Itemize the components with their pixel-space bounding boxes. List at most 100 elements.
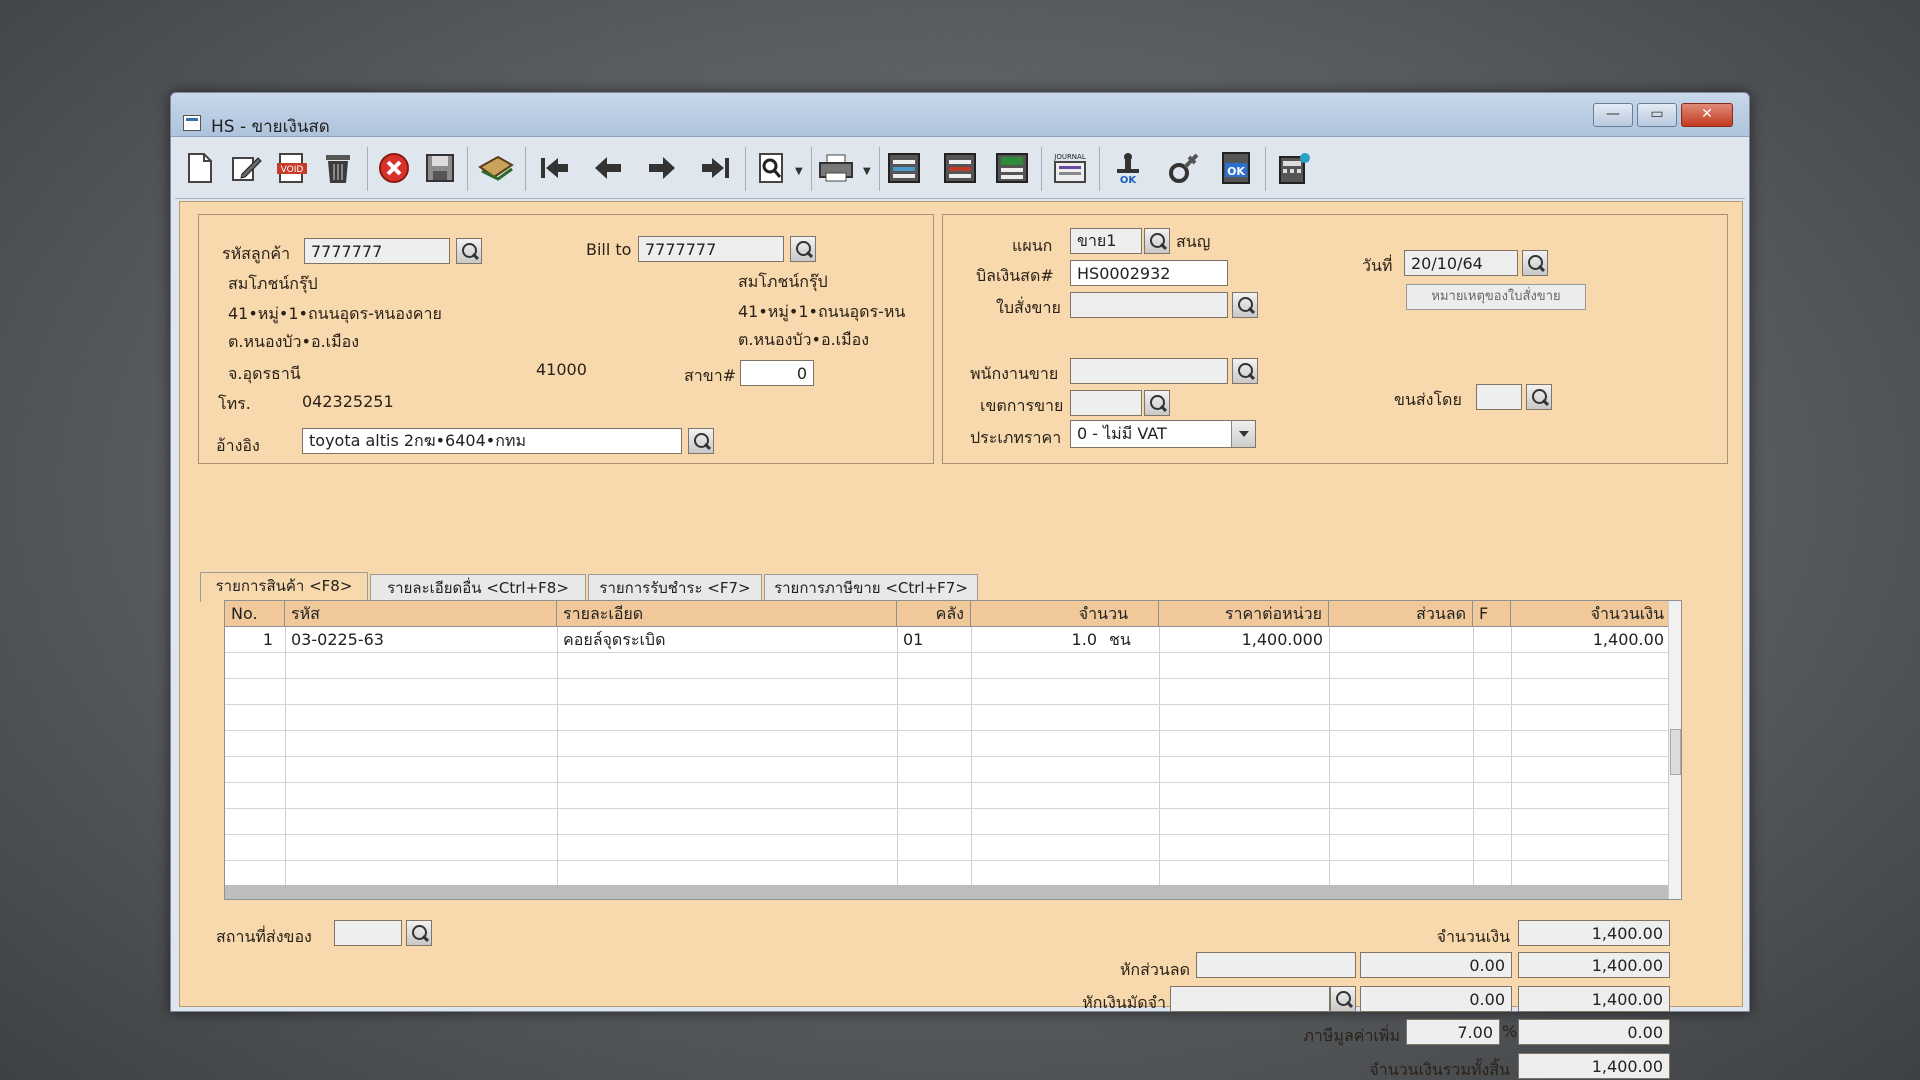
header-description[interactable]: รายละเอียด	[557, 601, 897, 627]
date-input[interactable]	[1404, 250, 1518, 276]
save-icon[interactable]	[421, 149, 459, 187]
sales-area-search-icon[interactable]	[1144, 390, 1170, 416]
delete-icon[interactable]	[319, 149, 357, 187]
maximize-button[interactable]: ▭	[1637, 103, 1677, 127]
bill-to-input[interactable]	[638, 236, 784, 262]
print-dropdown-icon[interactable]: ▼	[863, 166, 871, 177]
bill-to-address-line2: ต.หนองบัว•อ.เมือง	[738, 330, 870, 349]
form-icon[interactable]	[941, 149, 979, 187]
document-stamp-icon[interactable]	[993, 149, 1031, 187]
department-search-icon[interactable]	[1144, 228, 1170, 254]
ok-icon[interactable]: OK	[1217, 149, 1255, 187]
vertical-scrollbar[interactable]	[1668, 601, 1681, 899]
bill-to-name: สมโภชน์กรุ๊ป	[738, 272, 828, 291]
vat-label: ภาษีมูลค่าเพิ่ม	[1303, 1026, 1400, 1045]
header-code[interactable]: รหัส	[285, 601, 557, 627]
reference-search-icon[interactable]	[688, 428, 714, 454]
ship-to-search-icon[interactable]	[406, 920, 432, 946]
row-flag	[1473, 627, 1511, 653]
header-unit-price[interactable]: ราคาต่อหน่วย	[1159, 601, 1329, 627]
sales-area-input[interactable]	[1070, 390, 1142, 416]
reference-input[interactable]	[302, 428, 682, 454]
after-discount-total	[1518, 952, 1670, 978]
calculator-icon[interactable]	[1275, 149, 1313, 187]
cancel-icon[interactable]	[375, 149, 413, 187]
header-no[interactable]: No.	[225, 601, 285, 627]
table-row[interactable]	[225, 835, 1670, 861]
notes-icon[interactable]	[477, 149, 515, 187]
deposit-value[interactable]	[1360, 986, 1512, 1012]
deposit-input[interactable]	[1170, 986, 1330, 1012]
scrollbar-thumb[interactable]	[1670, 729, 1681, 775]
tab-sales-tax[interactable]: รายการภาษีขาย <Ctrl+F7>	[764, 574, 978, 602]
title-bar[interactable]: HS - ขายเงินสด — ▭ ✕	[171, 93, 1749, 137]
customer-address-line2: ต.หนองบัว•อ.เมือง	[228, 332, 360, 351]
department-input[interactable]	[1070, 228, 1142, 254]
salesman-input[interactable]	[1070, 358, 1228, 384]
row-quantity: 1.0	[1071, 630, 1097, 649]
tab-items[interactable]: รายการสินค้า <F8>	[200, 572, 368, 602]
table-row[interactable]	[225, 809, 1670, 835]
find-dropdown-icon[interactable]: ▼	[795, 166, 803, 177]
ship-by-input[interactable]	[1476, 384, 1522, 410]
price-type-select[interactable]: 0 - ไม่มี VAT	[1070, 420, 1256, 448]
cash-bill-input[interactable]	[1070, 260, 1228, 286]
table-row[interactable]	[225, 757, 1670, 783]
print-icon[interactable]	[817, 149, 855, 187]
sales-order-search-icon[interactable]	[1232, 292, 1258, 318]
edit-icon[interactable]	[227, 149, 265, 187]
bill-to-address-line1: 41•หมู่•1•ถนนอุดร-หน	[738, 302, 906, 321]
last-record-icon[interactable]	[697, 149, 735, 187]
table-row[interactable]	[225, 861, 1670, 887]
discount-input[interactable]	[1196, 952, 1356, 978]
deposit-search-icon[interactable]	[1330, 986, 1356, 1012]
table-row[interactable]	[225, 679, 1670, 705]
table-row[interactable]	[225, 705, 1670, 731]
customer-search-icon[interactable]	[456, 238, 482, 264]
department-label: แผนก	[1012, 236, 1053, 255]
salesman-search-icon[interactable]	[1232, 358, 1258, 384]
vat-rate-input[interactable]	[1406, 1019, 1500, 1045]
branch-input[interactable]	[740, 360, 814, 386]
customer-code-input[interactable]	[304, 238, 450, 264]
phone-label: โทร.	[218, 394, 251, 413]
horizontal-scrollbar[interactable]	[225, 885, 1670, 899]
tab-other-details[interactable]: รายละเอียดอื่น <Ctrl+F8>	[370, 574, 586, 602]
vat-percent-sign: %	[1502, 1022, 1518, 1041]
previous-record-icon[interactable]	[589, 149, 627, 187]
document-icon[interactable]	[885, 149, 923, 187]
header-discount[interactable]: ส่วนลด	[1329, 601, 1473, 627]
sales-order-input[interactable]	[1070, 292, 1228, 318]
table-row[interactable]: 1 03-0225-63 คอยล์จุดระเบิด 01 1.0 ชน 1,…	[225, 627, 1670, 653]
row-unit-price: 1,400.000	[1241, 630, 1323, 649]
customer-code-label: รหัสลูกค้า	[222, 244, 291, 263]
tools-icon[interactable]	[1165, 149, 1203, 187]
table-row[interactable]	[225, 653, 1670, 679]
journal-label: JOURNAL	[1053, 153, 1086, 161]
new-icon[interactable]	[181, 149, 219, 187]
discount-value[interactable]	[1360, 952, 1512, 978]
sales-order-note-button[interactable]: หมายเหตุของใบสั่งขาย	[1406, 284, 1586, 310]
table-row[interactable]	[225, 783, 1670, 809]
header-quantity[interactable]: จำนวน	[971, 601, 1159, 627]
tab-payments[interactable]: รายการรับชำระ <F7>	[588, 574, 762, 602]
table-row[interactable]	[225, 731, 1670, 757]
close-button[interactable]: ✕	[1681, 103, 1733, 127]
first-record-icon[interactable]	[535, 149, 573, 187]
header-flag[interactable]: F	[1473, 601, 1511, 627]
ship-by-search-icon[interactable]	[1526, 384, 1552, 410]
chevron-down-icon[interactable]	[1231, 421, 1255, 447]
header-warehouse[interactable]: คลัง	[897, 601, 971, 627]
minimize-button[interactable]: —	[1593, 103, 1633, 127]
find-icon[interactable]	[753, 149, 791, 187]
bill-to-search-icon[interactable]	[790, 236, 816, 262]
void-icon[interactable]: VOID	[273, 149, 311, 187]
date-search-icon[interactable]	[1522, 250, 1548, 276]
next-record-icon[interactable]	[643, 149, 681, 187]
row-code: 03-0225-63	[291, 630, 384, 649]
ship-to-input[interactable]	[334, 920, 402, 946]
approve-icon[interactable]: OK	[1109, 149, 1147, 187]
journal-icon[interactable]: JOURNAL	[1051, 149, 1089, 187]
header-amount[interactable]: จำนวนเงิน	[1511, 601, 1670, 627]
customer-phone: 042325251	[302, 392, 394, 411]
